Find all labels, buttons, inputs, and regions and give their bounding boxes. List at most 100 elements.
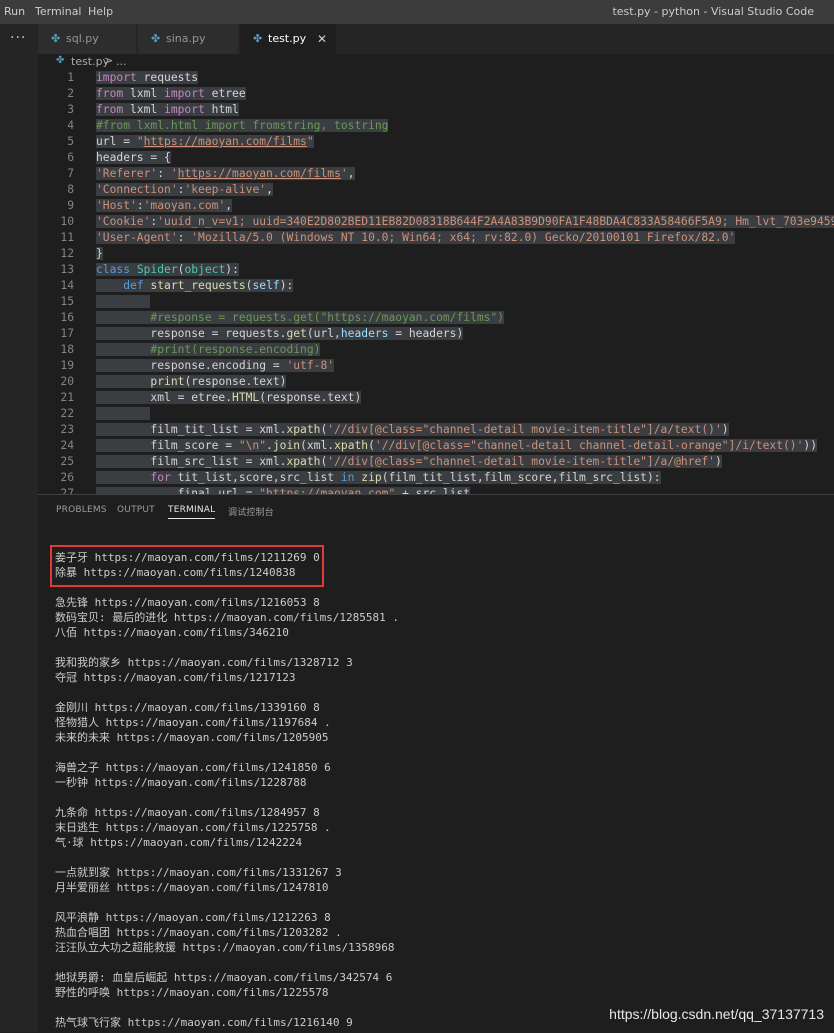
sidebar-strip: ··· bbox=[0, 24, 38, 1032]
watermark: https://blog.csdn.net/qq_37137713 bbox=[609, 1006, 824, 1022]
terminal-line: 海兽之子 https://maoyan.com/films/1241850 6 bbox=[55, 761, 331, 774]
terminal-line: 热气球飞行家 https://maoyan.com/films/1216140 … bbox=[55, 1016, 353, 1029]
terminal-line: 九条命 https://maoyan.com/films/1284957 8 bbox=[55, 806, 320, 819]
code-line: def start_requests(self): bbox=[96, 278, 294, 294]
menu-terminal[interactable]: Terminal bbox=[35, 5, 82, 18]
code-line: url = "https://maoyan.com/films" bbox=[96, 135, 314, 148]
tab-problems[interactable]: PROBLEMS bbox=[56, 505, 107, 515]
line-number: 23 bbox=[60, 423, 74, 436]
terminal-line: 野性的呼唤 https://maoyan.com/films/1225578 bbox=[55, 986, 329, 999]
terminal-line: 气·球 https://maoyan.com/films/1242224 bbox=[55, 836, 303, 849]
python-file-icon: ✤ bbox=[56, 55, 65, 66]
chevron-right-icon: > bbox=[104, 54, 114, 67]
code-line: xml = etree.HTML(response.text) bbox=[96, 391, 362, 404]
line-number: 13 bbox=[60, 263, 74, 276]
line-number: 16 bbox=[60, 311, 74, 324]
code-line: print(response.text) bbox=[96, 374, 287, 390]
line-number: 2 bbox=[67, 87, 74, 100]
line-number: 8 bbox=[67, 183, 74, 196]
code-line: from lxml import html bbox=[96, 103, 239, 116]
code-line: from lxml import etree bbox=[96, 87, 246, 100]
terminal-line: 末日逃生 https://maoyan.com/films/1225758 . bbox=[55, 821, 331, 834]
code-line: 'Cookie':'uuid_n_v=v1; uuid=340E2D802BED… bbox=[96, 214, 834, 230]
terminal-line: 汪汪队立大功之超能救援 https://maoyan.com/films/135… bbox=[55, 941, 395, 954]
line-number: 6 bbox=[67, 151, 74, 164]
code-line: #response = requests.get("https://maoyan… bbox=[96, 310, 505, 326]
code-line bbox=[96, 294, 151, 310]
terminal-line: 月半爱丽丝 https://maoyan.com/films/1247810 bbox=[55, 881, 329, 894]
line-number: 3 bbox=[67, 103, 74, 116]
line-number: 24 bbox=[60, 439, 74, 452]
window-title: test.py - python - Visual Studio Code bbox=[612, 5, 814, 18]
menu-run[interactable]: Run bbox=[4, 5, 25, 18]
line-number: 5 bbox=[67, 135, 74, 148]
terminal-line: 未来的未来 https://maoyan.com/films/1205905 bbox=[55, 731, 329, 744]
terminal-line: 八佰 https://maoyan.com/films/346210 bbox=[55, 626, 289, 639]
tab-label: test.py bbox=[268, 32, 307, 45]
bottom-panel: PROBLEMS OUTPUT TERMINAL 调试控制台 姜子牙 https… bbox=[38, 494, 834, 1033]
terminal-line: 数码宝贝: 最后的进化 https://maoyan.com/films/128… bbox=[55, 611, 400, 624]
terminal-line: 我和我的家乡 https://maoyan.com/films/1328712 … bbox=[55, 656, 353, 669]
code-line: response.encoding = 'utf-8' bbox=[96, 359, 335, 372]
terminal-line: 金刚川 https://maoyan.com/films/1339160 8 bbox=[55, 701, 320, 714]
line-number: 22 bbox=[60, 407, 74, 420]
line-number: 1 bbox=[67, 71, 74, 84]
terminal-line: 夺冠 https://maoyan.com/films/1217123 bbox=[55, 671, 296, 684]
tab-test-py[interactable]: ✤ test.py ✕ bbox=[240, 24, 336, 54]
python-file-icon: ✤ bbox=[51, 32, 61, 45]
terminal-line: 一点就到家 https://maoyan.com/films/1331267 3 bbox=[55, 866, 342, 879]
code-line: #from lxml.html import fromstring, tostr… bbox=[96, 119, 389, 132]
code-line: final_url = "https://maoyan.com" + src_l… bbox=[96, 486, 471, 494]
terminal-line: 风平浪静 https://maoyan.com/films/1212263 8 bbox=[55, 911, 331, 924]
tab-sql-py[interactable]: ✤ sql.py bbox=[38, 24, 136, 54]
more-actions-icon[interactable]: ··· bbox=[10, 30, 26, 46]
breadcrumb-more[interactable]: ... bbox=[116, 55, 127, 68]
line-number: 18 bbox=[60, 343, 74, 356]
tab-terminal[interactable]: TERMINAL bbox=[168, 505, 216, 519]
line-number: 14 bbox=[60, 279, 74, 292]
terminal-line: 地狱男爵: 血皇后崛起 https://maoyan.com/films/342… bbox=[55, 971, 393, 984]
line-number: 12 bbox=[60, 247, 74, 260]
code-line: #print(response.encoding) bbox=[96, 342, 321, 358]
tab-label: sina.py bbox=[166, 32, 206, 45]
code-line: headers = { bbox=[96, 151, 171, 164]
line-number: 17 bbox=[60, 327, 74, 340]
menu-help[interactable]: Help bbox=[88, 5, 113, 18]
line-number: 10 bbox=[60, 215, 74, 228]
code-line: for tit_list,score,src_list in zip(film_… bbox=[96, 470, 661, 486]
close-icon[interactable]: ✕ bbox=[317, 24, 327, 54]
terminal-line: 热血合唱团 https://maoyan.com/films/1203282 . bbox=[55, 926, 342, 939]
python-file-icon: ✤ bbox=[253, 32, 263, 45]
code-line: 'Host':'maoyan.com', bbox=[96, 199, 233, 212]
line-number: 11 bbox=[60, 231, 74, 244]
code-editor[interactable]: 1 import requests 2 from lxml import etree… bbox=[38, 70, 834, 494]
line-number: 27 bbox=[60, 487, 74, 494]
tab-sina-py[interactable]: ✤ sina.py bbox=[138, 24, 238, 54]
code-line: response = requests.get(url,headers = he… bbox=[96, 327, 464, 340]
line-number: 7 bbox=[67, 167, 74, 180]
editor-tab-bar: ✤ sql.py ✤ sina.py ✤ test.py ✕ bbox=[38, 24, 834, 54]
breadcrumb: ✤ test.py > ... bbox=[38, 54, 834, 70]
code-line: film_score = "\n".join(xml.xpath('//div[… bbox=[96, 439, 818, 452]
code-line: 'User-Agent': 'Mozilla/5.0 (Windows NT 1… bbox=[96, 231, 736, 244]
line-number: 19 bbox=[60, 359, 74, 372]
title-bar: Run Terminal Help test.py - python - Vis… bbox=[0, 0, 834, 24]
line-number: 9 bbox=[67, 199, 74, 212]
code-line bbox=[96, 406, 151, 422]
tab-output[interactable]: OUTPUT bbox=[117, 505, 155, 515]
tab-debug-console[interactable]: 调试控制台 bbox=[228, 505, 274, 518]
code-line: } bbox=[96, 247, 103, 260]
highlight-annotation-box bbox=[50, 545, 324, 587]
line-number: 4 bbox=[67, 119, 74, 132]
code-line: 'Referer': 'https://maoyan.com/films', bbox=[96, 167, 355, 180]
line-number: 15 bbox=[60, 295, 74, 308]
tab-label: sql.py bbox=[66, 32, 99, 45]
line-number: 21 bbox=[60, 391, 74, 404]
line-number: 20 bbox=[60, 375, 74, 388]
line-number: 26 bbox=[60, 471, 74, 484]
panel-tabs: PROBLEMS OUTPUT TERMINAL 调试控制台 bbox=[38, 495, 834, 525]
code-line: import requests bbox=[96, 71, 199, 84]
code-line: film_tit_list = xml.xpath('//div[@class=… bbox=[96, 423, 729, 436]
code-line: class Spider(object): bbox=[96, 263, 239, 276]
terminal-line: 急先锋 https://maoyan.com/films/1216053 8 bbox=[55, 596, 320, 609]
